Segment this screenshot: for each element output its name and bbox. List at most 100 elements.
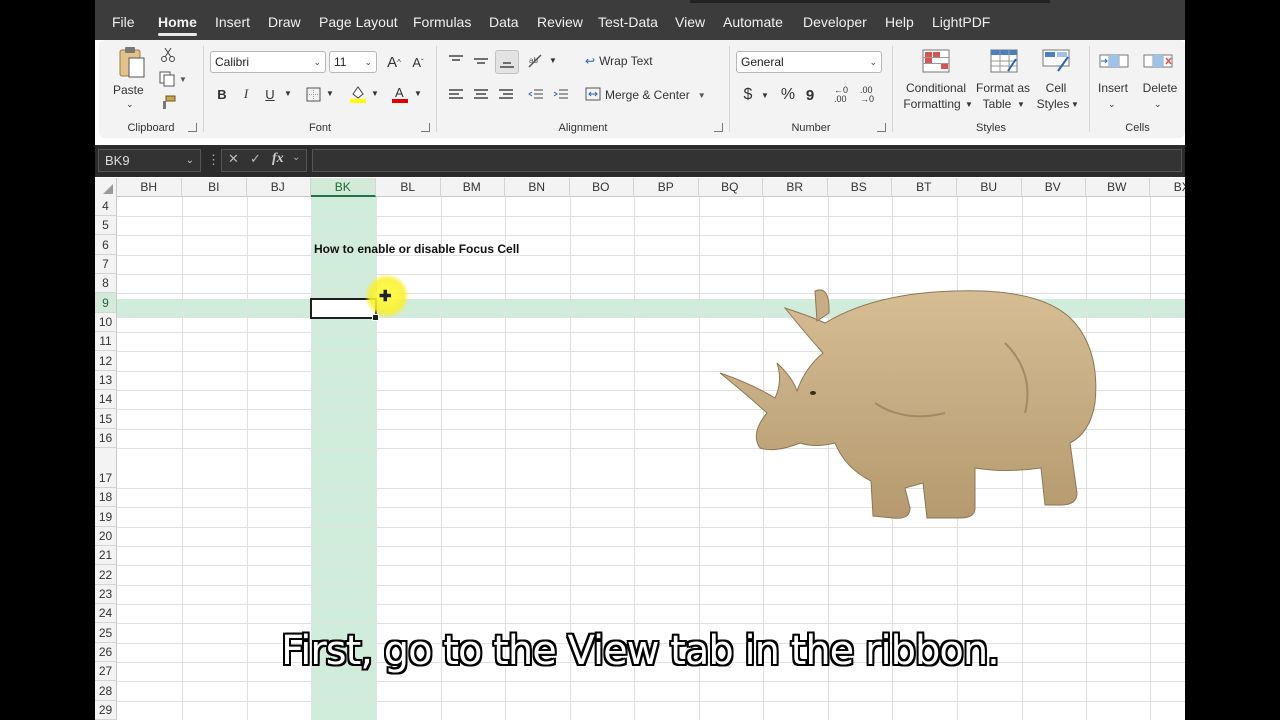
font-size-select[interactable]: 11 ⌄ [329,51,377,73]
row-header-22[interactable]: 22 [95,565,117,585]
tab-data[interactable]: Data [489,14,519,30]
decrease-indent-icon[interactable] [525,84,547,106]
rhinoceros-image[interactable] [705,283,1105,528]
align-bottom-icon[interactable] [495,50,519,74]
row-header-13[interactable]: 13 [95,371,117,390]
cell-styles-dropdown-icon[interactable]: ▼ [1071,97,1079,113]
delete-cells-label[interactable]: Delete [1142,80,1178,96]
tab-lightpdf[interactable]: LightPDF [932,14,990,30]
enter-icon[interactable]: ✓ [250,151,261,167]
currency-dropdown-icon[interactable]: ▼ [761,88,769,104]
row-header-21[interactable]: 21 [95,546,117,565]
row-header-17[interactable]: 17 [95,448,117,488]
cell-styles-label-1[interactable]: Cell [1041,80,1071,96]
tab-test-data[interactable]: Test-Data [598,14,658,30]
insert-cells-label[interactable]: Insert [1098,80,1128,96]
column-header-bq[interactable]: BQ [698,178,763,197]
tab-page-layout[interactable]: Page Layout [319,14,398,30]
tab-automate[interactable]: Automate [723,14,783,30]
decrease-decimal-icon[interactable]: .00 →0 [856,84,878,106]
row-header-16[interactable]: 16 [95,429,117,448]
format-painter-icon[interactable] [159,94,177,112]
align-middle-icon[interactable] [470,50,492,72]
row-header-7[interactable]: 7 [95,255,117,274]
orientation-icon[interactable]: ab [525,50,547,72]
format-as-table-label-1[interactable]: Format as [973,80,1033,96]
row-header-8[interactable]: 8 [95,274,117,293]
font-launcher-icon[interactable] [421,123,430,132]
increase-font-icon[interactable]: A ^ [384,52,404,72]
font-color-dropdown-icon[interactable]: ▼ [414,86,422,102]
column-header-bp[interactable]: BP [634,178,699,197]
wrap-text-button[interactable]: ↩ Wrap Text [585,50,675,72]
italic-button[interactable]: I [238,84,254,104]
tab-file[interactable]: File [112,14,135,30]
row-header-19[interactable]: 19 [95,507,117,527]
row-header-10[interactable]: 10 [95,313,117,332]
borders-icon[interactable] [304,84,322,104]
column-header-bx[interactable]: BX [1150,178,1185,197]
column-header-br[interactable]: BR [763,178,828,197]
column-header-bv[interactable]: BV [1021,178,1086,197]
delete-cells-icon[interactable] [1142,48,1174,74]
conditional-formatting-label-2[interactable]: Formatting [897,96,967,112]
row-header-24[interactable]: 24 [95,604,117,623]
tab-review[interactable]: Review [537,14,583,30]
fill-color-dropdown-icon[interactable]: ▼ [371,86,379,102]
align-center-icon[interactable] [470,84,492,106]
column-header-bs[interactable]: BS [827,178,892,197]
row-header-11[interactable]: 11 [95,332,117,351]
delete-dropdown-icon[interactable]: ⌄ [1154,96,1162,112]
align-top-icon[interactable] [445,50,467,72]
column-header-bm[interactable]: BM [440,178,505,197]
tab-draw[interactable]: Draw [268,14,301,30]
formula-input[interactable] [312,149,1182,172]
chevron-down-icon[interactable]: ⌄ [292,152,300,163]
percent-button[interactable]: % [778,84,798,106]
cell-bk6[interactable]: How to enable or disable Focus Cell [314,242,519,256]
column-header-bw[interactable]: BW [1085,178,1150,197]
row-header-6[interactable]: 6 [95,235,117,255]
column-header-bi[interactable]: BI [182,178,247,197]
currency-button[interactable]: $ [738,84,758,106]
tab-developer[interactable]: Developer [803,14,867,30]
decrease-font-icon[interactable]: Aˇ [408,52,428,72]
row-header-29[interactable]: 29 [95,701,117,720]
paste-dropdown-icon[interactable]: ⌄ [126,96,134,112]
bold-button[interactable]: B [214,84,230,104]
clipboard-launcher-icon[interactable] [188,123,197,132]
row-header-18[interactable]: 18 [95,488,117,507]
row-header-12[interactable]: 12 [95,351,117,371]
format-as-table-dropdown-icon[interactable]: ▼ [1017,97,1025,113]
increase-indent-icon[interactable] [550,84,572,106]
cell-styles-icon[interactable] [1041,48,1071,74]
tab-view[interactable]: View [675,14,705,30]
select-all-corner[interactable] [95,178,117,197]
underline-dropdown-icon[interactable]: ▼ [284,86,292,102]
format-as-table-label-2[interactable]: Table [977,96,1017,112]
insert-function-button[interactable]: fx [272,151,284,167]
font-color-icon[interactable]: A [390,82,410,106]
row-header-4[interactable]: 4 [95,197,117,216]
conditional-formatting-label-1[interactable]: Conditional [897,80,975,96]
row-header-28[interactable]: 28 [95,681,117,701]
column-header-bk[interactable]: BK [311,178,376,197]
fill-color-icon[interactable] [348,82,368,106]
row-header-14[interactable]: 14 [95,390,117,409]
column-header-bh[interactable]: BH [117,178,182,197]
column-header-bj[interactable]: BJ [246,178,311,197]
underline-button[interactable]: U [262,84,278,104]
tab-insert[interactable]: Insert [215,14,250,30]
tab-formulas[interactable]: Formulas [413,14,471,30]
conditional-formatting-icon[interactable] [921,48,951,74]
column-header-bl[interactable]: BL [376,178,441,197]
row-header-9[interactable]: 9 [95,293,117,313]
name-box[interactable]: BK9 ⌄ [98,149,201,172]
number-launcher-icon[interactable] [877,123,886,132]
row-header-15[interactable]: 15 [95,409,117,429]
column-header-bo[interactable]: BO [569,178,634,197]
align-left-icon[interactable] [445,84,467,106]
cut-icon[interactable] [159,46,177,64]
row-header-5[interactable]: 5 [95,216,117,235]
increase-decimal-icon[interactable]: ←0.00 [830,84,852,106]
